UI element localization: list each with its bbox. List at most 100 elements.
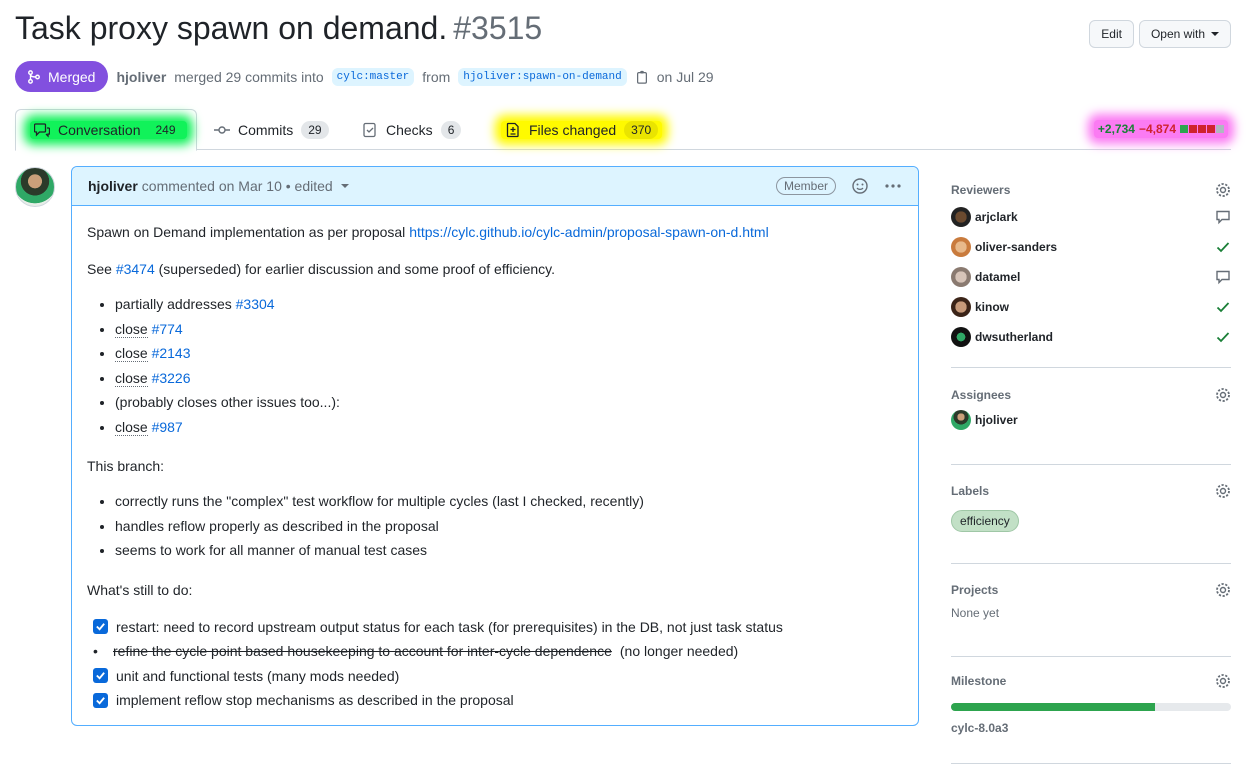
milestone-progress-fill: [951, 703, 1156, 711]
gear-icon[interactable]: [1215, 483, 1231, 499]
ref-text: (probably closes other issues too...):: [115, 394, 340, 410]
issue-link[interactable]: #774: [152, 321, 183, 337]
reviewers-header: Reviewers: [951, 180, 1231, 200]
assignee-row[interactable]: hjoliver: [951, 405, 1231, 435]
reviewer-name: oliver-sanders: [975, 240, 1058, 254]
issue-link-3474[interactable]: #3474: [116, 261, 155, 277]
diffstat-square: [1216, 125, 1224, 133]
task-item: unit and functional tests (many mods nee…: [93, 664, 903, 689]
task-item: implement reflow stop mechanisms as desc…: [93, 688, 903, 713]
pr-tabs: Conversation 249 Commits 29 Checks 6 Fil…: [15, 109, 1231, 151]
todo-heading: What's still to do:: [87, 581, 193, 598]
list-item: handles reflow properly as described in …: [115, 514, 903, 539]
tab-files-changed[interactable]: Files changed 370: [487, 109, 676, 150]
chevron-down-icon: [1211, 32, 1219, 36]
milestone-section: Milestone cylc-8.0a3: [951, 671, 1231, 764]
head-branch[interactable]: hjoliver:spawn-on-demand: [458, 67, 627, 86]
intro-text: Spawn on Demand implementation as per pr…: [87, 224, 406, 240]
copy-icon[interactable]: [635, 70, 649, 84]
edit-button[interactable]: Edit: [1089, 20, 1134, 48]
reviewer-row[interactable]: arjclark: [951, 202, 1231, 232]
tab-checks-label: Checks: [386, 121, 433, 138]
avatar: [951, 267, 971, 287]
projects-header: Projects: [951, 580, 1231, 600]
tab-files-changed-count: 370: [624, 120, 659, 139]
reviewer-name: arjclark: [975, 210, 1018, 224]
base-branch[interactable]: cylc:master: [331, 67, 415, 86]
assignees-section: Assignees hjoliver: [951, 385, 1231, 465]
avatar: [951, 237, 971, 257]
avatar: [951, 207, 971, 227]
task-suffix: (no longer needed): [619, 643, 739, 659]
gear-icon[interactable]: [1215, 582, 1231, 598]
avatar[interactable]: [15, 167, 55, 207]
labels-list: efficiency: [951, 510, 1231, 532]
check-icon: [1216, 302, 1230, 313]
reviewer-row[interactable]: datamel: [951, 262, 1231, 292]
tab-conversation-label: Conversation: [58, 122, 141, 138]
pr-description-comment: hjoliver commented on Mar 10 • edited Me…: [71, 166, 919, 726]
reviewer-list: arjclark oliver-sanders datamel kinow dw…: [951, 202, 1231, 352]
ref-text: close: [115, 345, 148, 362]
see-paragraph: See #3474 (superseded) for earlier discu…: [87, 259, 903, 279]
assignee-name: hjoliver: [975, 413, 1018, 427]
tab-commits[interactable]: Commits 29: [200, 109, 343, 150]
task-list: restart: need to record upstream output …: [87, 615, 903, 713]
chevron-down-icon[interactable]: [340, 184, 349, 188]
open-with-button[interactable]: Open with: [1138, 20, 1231, 48]
gear-icon[interactable]: [1215, 387, 1231, 403]
tab-conversation[interactable]: Conversation 249: [15, 109, 197, 151]
kebab-horizontal-icon[interactable]: [884, 178, 902, 194]
label-efficiency[interactable]: efficiency: [951, 510, 1019, 532]
pr-author-link[interactable]: hjoliver: [116, 69, 166, 85]
task-checkbox[interactable]: [93, 619, 108, 635]
reviewer-row[interactable]: kinow: [951, 292, 1231, 322]
pr-number: #3515: [453, 10, 543, 46]
gear-icon[interactable]: [1215, 673, 1231, 689]
diffstat-square: [1189, 125, 1197, 133]
task-text: implement reflow stop mechanisms as desc…: [116, 692, 514, 708]
issue-link[interactable]: #3226: [152, 370, 191, 386]
diffstat-bar: [1180, 125, 1224, 133]
list-item: close #2143: [115, 341, 903, 366]
list-item: close #774: [115, 317, 903, 342]
reviewer-row[interactable]: dwsutherland: [951, 322, 1231, 352]
milestone-name[interactable]: cylc-8.0a3: [951, 721, 1231, 735]
diffstat-square: [1207, 125, 1215, 133]
reviewer-row[interactable]: oliver-sanders: [951, 232, 1231, 262]
comment-icon: [1216, 210, 1230, 225]
diffstat[interactable]: +2,734 −4,874: [1093, 120, 1228, 138]
list-item: (probably closes other issues too...):: [115, 390, 903, 415]
task-text-struck: refine the cycle point based housekeepin…: [113, 643, 612, 659]
open-with-label: Open with: [1150, 27, 1205, 41]
avatar: [951, 410, 971, 430]
list-item: close #987: [115, 415, 903, 440]
comment-meta[interactable]: commented on Mar 10 • edited: [142, 178, 333, 194]
ref-text: close: [115, 418, 148, 436]
diffstat-square: [1180, 125, 1188, 133]
tab-files-changed-label: Files changed: [529, 121, 617, 138]
milestone-header: Milestone: [951, 671, 1231, 691]
additions-count: +2,734: [1097, 122, 1135, 136]
list-item: partially addresses #3304: [115, 292, 903, 317]
milestone-title: Milestone: [951, 674, 1007, 688]
comment-author[interactable]: hjoliver: [88, 178, 138, 194]
check-icon: [1216, 242, 1230, 253]
pr-meta: Merged hjoliver merged 29 commits into c…: [15, 61, 714, 92]
proposal-link[interactable]: https://cylc.github.io/cylc-admin/propos…: [409, 224, 769, 240]
issue-link[interactable]: #2143: [152, 345, 191, 361]
task-checkbox[interactable]: [93, 668, 108, 684]
task-text: restart: need to record upstream output …: [116, 618, 783, 635]
deletions-count: −4,874: [1138, 122, 1176, 136]
tab-checks[interactable]: Checks 6: [348, 109, 475, 150]
gear-icon[interactable]: [1215, 182, 1231, 198]
issue-link[interactable]: #987: [152, 419, 183, 435]
task-checkbox[interactable]: [93, 692, 108, 708]
reviewer-name: dwsutherland: [975, 330, 1054, 344]
issue-link[interactable]: #3304: [236, 296, 275, 312]
projects-title: Projects: [951, 583, 999, 597]
smiley-icon[interactable]: [852, 178, 868, 194]
reviewer-name: datamel: [975, 270, 1021, 284]
branch-list: correctly runs the "complex" test workfl…: [87, 489, 903, 563]
check-icon: [1216, 332, 1230, 343]
